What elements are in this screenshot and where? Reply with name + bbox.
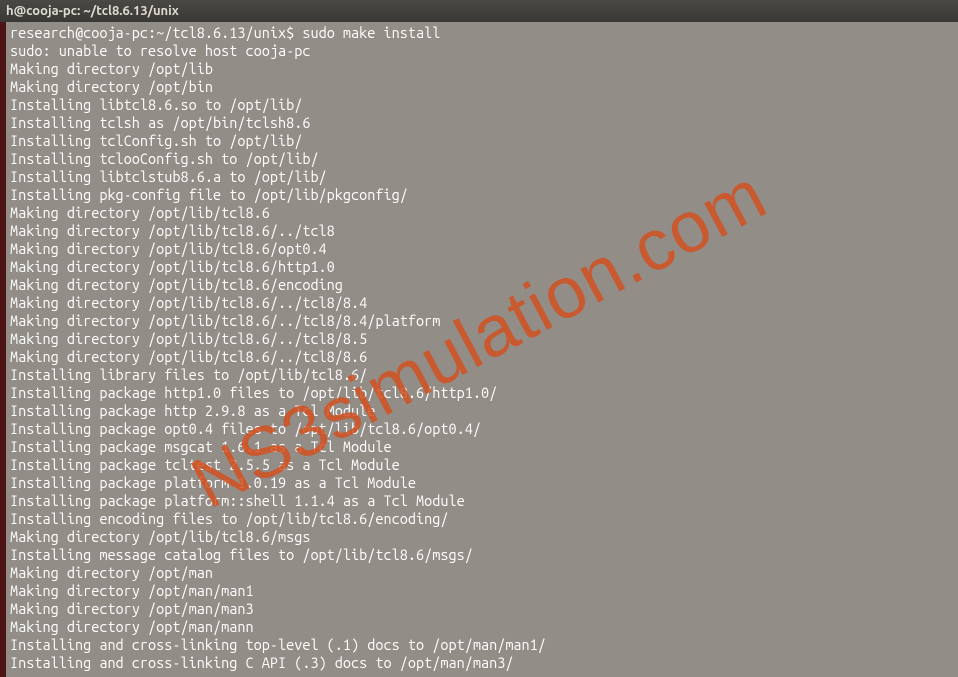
shell-prompt: research@cooja-pc:~/tcl8.6.13/unix$ [10, 24, 302, 41]
output-line: Installing tclsh as /opt/bin/tclsh8.6 [10, 114, 310, 131]
output-line: Making directory /opt/man [10, 564, 213, 581]
output-line: Installing encoding files to /opt/lib/tc… [10, 510, 448, 527]
output-line: Making directory /opt/man/man3 [10, 600, 254, 617]
output-line: Installing package platform 1.0.19 as a … [10, 474, 416, 491]
output-line: Installing tclooConfig.sh to /opt/lib/ [10, 150, 319, 167]
output-line: Making directory /opt/lib/tcl8.6 [10, 204, 270, 221]
output-line: Making directory /opt/man/mann [10, 618, 254, 635]
output-line: Installing and cross-linking C API (.3) … [10, 654, 513, 671]
output-line: Making directory /opt/lib [10, 60, 213, 77]
output-line: Making directory /opt/lib/tcl8.6/encodin… [10, 276, 343, 293]
output-line: Installing libtcl8.6.so to /opt/lib/ [10, 96, 302, 113]
output-line: Making directory /opt/lib/tcl8.6/http1.0 [10, 258, 335, 275]
output-line: Making directory /opt/lib/tcl8.6/../tcl8… [10, 348, 367, 365]
output-line: Installing package http1.0 files to /opt… [10, 384, 497, 401]
shell-command: sudo make install [302, 24, 440, 41]
output-line: Installing package platform::shell 1.1.4… [10, 492, 465, 509]
output-line: Installing message catalog files to /opt… [10, 546, 473, 563]
output-line: Installing package tcltest 2.5.5 as a Tc… [10, 456, 400, 473]
output-line: Making directory /opt/lib/tcl8.6/../tcl8… [10, 294, 367, 311]
output-line: Making directory /opt/man/man1 [10, 582, 254, 599]
terminal-container: research@cooja-pc:~/tcl8.6.13/unix$ sudo… [0, 22, 958, 677]
output-line: Installing package opt0.4 files to /opt/… [10, 420, 481, 437]
output-line: Making directory /opt/lib/tcl8.6/../tcl8 [10, 222, 335, 239]
window-title: h@cooja-pc: ~/tcl8.6.13/unix [6, 4, 179, 18]
output-line: Installing library files to /opt/lib/tcl… [10, 366, 367, 383]
output-line: Installing tclConfig.sh to /opt/lib/ [10, 132, 302, 149]
output-line: Installing pkg-config file to /opt/lib/p… [10, 186, 408, 203]
output-line: Making directory /opt/lib/tcl8.6/../tcl8… [10, 330, 367, 347]
output-line: Installing package msgcat 1.6.1 as a Tcl… [10, 438, 392, 455]
output-line: Installing and cross-linking top-level (… [10, 636, 546, 653]
output-line: Installing libtclstub8.6.a to /opt/lib/ [10, 168, 327, 185]
output-line: Making directory /opt/lib/tcl8.6/opt0.4 [10, 240, 327, 257]
output-line: Making directory /opt/lib/tcl8.6/../tcl8… [10, 312, 440, 329]
output-line: Installing package http 2.9.8 as a Tcl M… [10, 402, 375, 419]
window-titlebar[interactable]: h@cooja-pc: ~/tcl8.6.13/unix [0, 0, 958, 22]
output-line: sudo: unable to resolve host cooja-pc [10, 42, 310, 59]
terminal-output[interactable]: research@cooja-pc:~/tcl8.6.13/unix$ sudo… [6, 22, 958, 677]
output-line: Making directory /opt/lib/tcl8.6/msgs [10, 528, 310, 545]
output-line: Making directory /opt/bin [10, 78, 213, 95]
